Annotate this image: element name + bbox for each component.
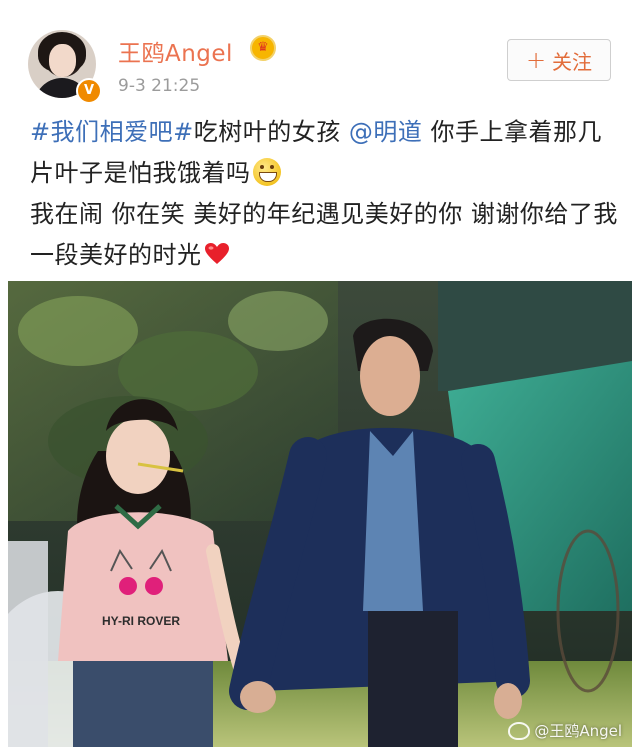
username[interactable]: 王鸥Angel: [118, 34, 233, 68]
follow-label: 关注: [552, 49, 593, 74]
hashtag-link[interactable]: #我们相爱吧#: [30, 118, 194, 146]
weibo-logo-icon: [508, 721, 531, 740]
mention-link[interactable]: @明道: [349, 118, 423, 146]
post-photo[interactable]: HY-RI ROVER @王鸥Angel: [8, 281, 632, 747]
crown-icon[interactable]: ♛: [250, 35, 276, 61]
post-text: #我们相爱吧#吃树叶的女孩 @明道 你手上拿着那几片叶子是怕我饿着吗 我在闹 你…: [30, 112, 620, 276]
post-text-part: 我在闹 你在笑 美好的年纪遇见美好的你 谢谢你给了我一段美好的时光: [30, 200, 618, 269]
post-header: V 王鸥Angel ♛ 9-3 21:25 + 关注: [0, 0, 640, 110]
post-text-part: 吃树叶的女孩: [193, 118, 349, 146]
grinning-emoji-icon: [252, 158, 281, 186]
photo-watermark: @王鸥Angel: [508, 720, 622, 741]
follow-button[interactable]: + 关注: [507, 39, 611, 81]
red-heart-icon: [204, 238, 230, 264]
avatar-face: [49, 44, 76, 77]
post-timestamp: 9-3 21:25: [118, 76, 201, 96]
shirt-print-text: HY-RI ROVER: [102, 614, 180, 628]
verified-v-icon: V: [76, 78, 102, 104]
watermark-text: @王鸥Angel: [534, 722, 622, 740]
photo-scene: HY-RI ROVER: [8, 281, 632, 747]
plus-icon: +: [525, 46, 547, 74]
